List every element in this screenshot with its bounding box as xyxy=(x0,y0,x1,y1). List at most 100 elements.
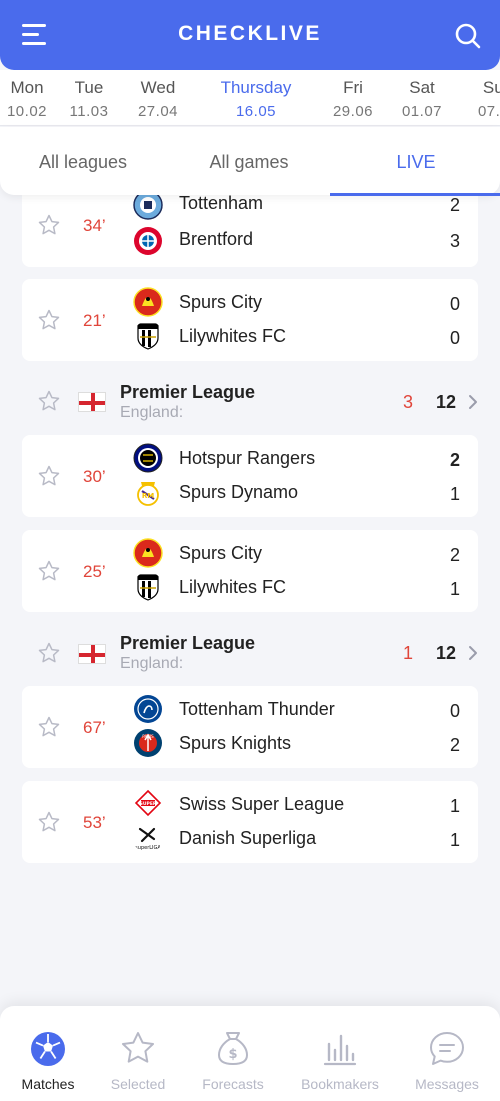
nav-item-matches[interactable]: Matches xyxy=(0,1006,98,1101)
favorite-star-icon[interactable] xyxy=(37,389,61,413)
bar-chart-icon xyxy=(323,1034,357,1066)
league-total-count: 12 xyxy=(435,643,457,663)
app-title: CHECKLIVE xyxy=(178,22,322,45)
tab-live[interactable]: LIVE xyxy=(332,127,500,195)
favorite-star-icon[interactable] xyxy=(37,810,61,834)
chevron-right-icon xyxy=(466,393,480,411)
date-item-sat[interactable]: Sat 01.07 xyxy=(382,78,462,120)
league-live-count: 1 xyxy=(402,643,413,663)
man-city-crest-icon xyxy=(133,195,163,220)
svg-text:RM: RM xyxy=(142,492,154,500)
date-day: Sat xyxy=(409,78,435,97)
juventus-crest-icon xyxy=(137,323,159,350)
league-total-count: 12 xyxy=(435,392,457,412)
favorite-star-icon[interactable] xyxy=(37,464,61,488)
nav-item-forecasts[interactable]: $ Forecasts xyxy=(183,1006,283,1101)
match-card[interactable]: 67’ Tottenham Thunder 0 PARIS Spurs Knig… xyxy=(22,686,478,768)
match-minute: 34’ xyxy=(83,216,106,235)
match-card[interactable]: 34’ Tottenham 2 Brentford 3 xyxy=(22,195,478,267)
match-card[interactable]: 21’ Spurs City 0 Lilywhites FC 0 xyxy=(22,279,478,361)
league-live-count: 3 xyxy=(402,392,413,412)
league-header[interactable]: Premier League England: 1 12 xyxy=(0,624,500,684)
match-card[interactable]: 30’ Hotspur Rangers 2 RM Spurs Dynamo 1 xyxy=(22,435,478,517)
tab-all-games[interactable]: All games xyxy=(166,127,332,195)
real-madrid-crest-icon: RM xyxy=(137,482,159,506)
favorite-star-icon[interactable] xyxy=(37,559,61,583)
date-day: Fri xyxy=(343,78,363,97)
tab-all-leagues[interactable]: All leagues xyxy=(0,127,166,195)
bottom-navigation: Matches Selected $ Forecasts Bookmakers … xyxy=(0,1006,500,1101)
date-number: 01.07 xyxy=(401,103,443,120)
home-team-name: Hotspur Rangers xyxy=(179,448,316,468)
home-team-name: Spurs City xyxy=(179,292,263,312)
away-team-name: Lilywhites FC xyxy=(179,577,287,597)
date-item-wed[interactable]: Wed 27.04 xyxy=(118,78,198,120)
match-minute: 21’ xyxy=(83,311,106,330)
active-tab-indicator xyxy=(330,193,500,196)
nav-item-selected[interactable]: Selected xyxy=(88,1006,188,1101)
nav-label: Messages xyxy=(415,1076,479,1092)
away-team-score: 1 xyxy=(449,484,460,504)
league-name: Premier League xyxy=(120,382,256,402)
favorite-star-icon[interactable] xyxy=(37,308,61,332)
man-united-crest-icon xyxy=(133,287,163,317)
favorite-star-icon[interactable] xyxy=(37,213,61,237)
home-team-score: 2 xyxy=(449,545,460,565)
money-bag-icon: $ xyxy=(217,1032,249,1066)
man-united-crest-icon xyxy=(133,538,163,568)
away-team-name: Brentford xyxy=(179,229,254,249)
match-card[interactable]: 25’ Spurs City 2 Lilywhites FC 1 xyxy=(22,530,478,612)
away-team-name: Lilywhites FC xyxy=(179,326,287,346)
app-header: CHECKLIVE xyxy=(0,0,500,70)
date-day: Thursday xyxy=(220,78,292,97)
home-team-score: 1 xyxy=(449,796,460,816)
svg-text:$: $ xyxy=(228,1047,237,1062)
match-minute: 30’ xyxy=(83,467,106,486)
away-team-name: Danish Superliga xyxy=(179,828,317,848)
date-day: Wed xyxy=(140,78,176,97)
away-team-score: 1 xyxy=(449,830,460,850)
match-minute: 67’ xyxy=(83,718,106,737)
nav-item-bookmakers[interactable]: Bookmakers xyxy=(290,1006,390,1101)
away-team-name: Spurs Knights xyxy=(179,733,292,753)
league-country: England: xyxy=(120,404,184,421)
away-team-name: Spurs Dynamo xyxy=(179,482,299,502)
match-card[interactable]: 53’ SUPER Swiss Super League 1 superLIGA… xyxy=(22,781,478,863)
date-day: Tue xyxy=(74,78,104,97)
nav-label: Bookmakers xyxy=(301,1076,379,1092)
league-header[interactable]: Premier League England: 3 12 xyxy=(0,373,500,433)
home-team-name: Spurs City xyxy=(179,543,263,563)
home-team-score: 0 xyxy=(449,294,460,314)
favorite-star-icon[interactable] xyxy=(37,641,61,665)
chat-icon xyxy=(430,1032,464,1065)
england-flag-icon xyxy=(78,392,106,412)
home-team-score: 2 xyxy=(449,450,460,470)
date-item-tue[interactable]: Tue 11.03 xyxy=(49,78,129,120)
favorite-star-icon[interactable] xyxy=(37,715,61,739)
svg-text:PARIS: PARIS xyxy=(142,734,154,739)
away-team-score: 1 xyxy=(449,579,460,599)
league-country: England: xyxy=(120,655,184,672)
date-item-fri[interactable]: Fri 29.06 xyxy=(313,78,393,120)
date-item-sun[interactable]: Sun 07.07 xyxy=(458,78,500,120)
home-team-name: Swiss Super League xyxy=(179,794,345,814)
home-team-score: 0 xyxy=(449,701,460,721)
date-item-thursday[interactable]: Thursday 16.05 xyxy=(216,78,296,120)
live-matches-list: 34’ Tottenham 2 Brentford 3 21’ Spurs Ci… xyxy=(0,195,500,1005)
nav-label: Matches xyxy=(21,1076,75,1092)
chevron-right-icon xyxy=(466,644,480,662)
chelsea-crest-icon xyxy=(134,695,162,723)
svg-text:superLIGA: superLIGA xyxy=(135,845,161,851)
match-minute: 53’ xyxy=(83,813,106,832)
nav-label: Forecasts xyxy=(202,1076,264,1092)
bayern-crest-icon xyxy=(134,227,162,255)
search-icon[interactable] xyxy=(454,22,482,50)
match-minute: 25’ xyxy=(83,562,106,581)
psg-crest-icon: PARIS xyxy=(134,729,162,757)
star-icon xyxy=(122,1032,154,1063)
away-team-score: 0 xyxy=(449,328,460,348)
nav-item-messages[interactable]: Messages xyxy=(397,1006,497,1101)
inter-crest-icon xyxy=(133,443,163,473)
superliga-logo-icon: superLIGA xyxy=(135,827,161,851)
away-team-score: 2 xyxy=(449,735,460,755)
